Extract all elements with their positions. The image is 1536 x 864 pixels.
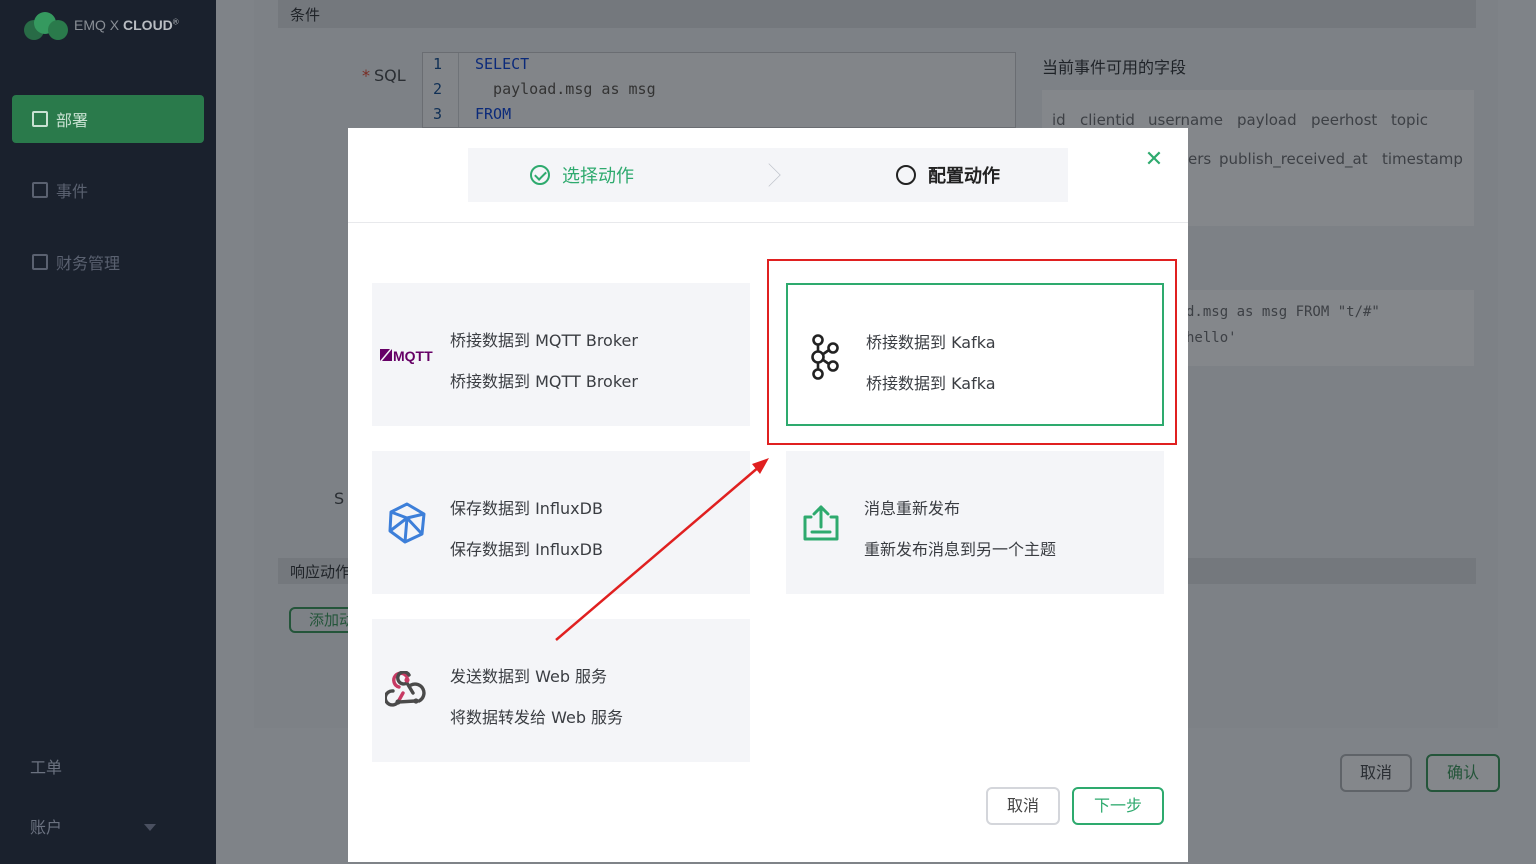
field-tag[interactable]: clientid — [1080, 111, 1135, 129]
sql-preview: d.msg as msg FROM "t/#" hello' — [1180, 290, 1474, 366]
step-label: 配置动作 — [928, 166, 1000, 187]
sidebar-item-tickets[interactable]: 工单 — [30, 754, 62, 778]
republish-icon — [790, 451, 852, 594]
code-line: payload.msg as msg — [475, 80, 656, 98]
app-logo[interactable]: EMQ X CLOUD® — [24, 10, 179, 40]
select-action-dialog: 选择动作 配置动作 ✕ MQTT 桥接数据到 MQTT Broker 桥接数据到… — [348, 128, 1188, 862]
mqtt-logo-text: MQTT — [393, 348, 433, 364]
sql-preview-line: hello' — [1186, 330, 1237, 346]
sidebar-item-label: 部署 — [56, 111, 89, 130]
sql-editor[interactable]: 1 2 3 SELECT payload.msg as msg FROM — [422, 52, 1016, 128]
field-tag[interactable]: id — [1052, 111, 1066, 129]
circle-icon — [896, 165, 916, 185]
close-icon[interactable]: ✕ — [1144, 149, 1164, 171]
chevron-right-icon — [757, 163, 781, 187]
logo-text: EMQ X CLOUD® — [74, 17, 179, 33]
line-number: 3 — [433, 105, 443, 123]
action-card-webhook[interactable]: 发送数据到 Web 服务 将数据转发给 Web 服务 — [372, 619, 750, 762]
card-description: 保存数据到 InfluxDB — [450, 540, 603, 559]
field-tag[interactable]: publish_received_at — [1219, 150, 1368, 168]
sidebar-item-label: 财务管理 — [56, 254, 121, 273]
sidebar-item-label: 事件 — [56, 182, 89, 201]
card-title: 发送数据到 Web 服务 — [450, 667, 608, 686]
check-circle-icon — [530, 165, 550, 185]
dialog-cancel-button[interactable]: 取消 — [986, 787, 1060, 825]
card-description: 桥接数据到 MQTT Broker — [450, 372, 638, 391]
sidebar-item-billing[interactable]: 财务管理 — [12, 238, 204, 286]
mqtt-logo-icon: MQTT — [376, 283, 438, 426]
card-title: 桥接数据到 Kafka — [866, 333, 996, 352]
action-card-mqtt[interactable]: MQTT 桥接数据到 MQTT Broker 桥接数据到 MQTT Broker — [372, 283, 750, 426]
field-tag[interactable]: username — [1148, 111, 1223, 129]
field-tag[interactable]: payload — [1237, 111, 1297, 129]
condition-section-header: 条件 — [278, 0, 1476, 28]
line-number: 2 — [433, 80, 443, 98]
field-label: S — [334, 489, 345, 508]
emqx-logo-icon — [24, 10, 70, 40]
webhook-icon — [376, 619, 438, 762]
step-configure-action: 配置动作 — [896, 148, 1000, 202]
influxdb-icon — [376, 451, 438, 594]
action-card-republish[interactable]: 消息重新发布 重新发布消息到另一个主题 — [786, 451, 1164, 594]
kafka-icon — [792, 285, 854, 428]
card-description: 桥接数据到 Kafka — [866, 374, 996, 393]
form-confirm-button[interactable]: 确认 — [1426, 754, 1500, 792]
sidebar-item-events[interactable]: 事件 — [12, 166, 204, 214]
billing-icon — [32, 254, 48, 270]
field-tag[interactable]: timestamp — [1382, 150, 1463, 168]
card-title: 消息重新发布 — [864, 499, 961, 518]
step-label: 选择动作 — [562, 166, 634, 187]
step-select-action: 选择动作 — [530, 148, 634, 202]
field-tag[interactable]: peerhost — [1311, 111, 1377, 129]
card-description: 将数据转发给 Web 服务 — [450, 708, 624, 727]
available-fields-title: 当前事件可用的字段 — [1042, 58, 1187, 77]
field-tag[interactable]: ers — [1188, 150, 1211, 168]
sidebar-item-deploy[interactable]: 部署 — [12, 95, 204, 143]
code-line: SELECT — [475, 55, 530, 73]
form-cancel-button[interactable]: 取消 — [1340, 754, 1412, 792]
events-icon — [32, 182, 48, 198]
line-number: 1 — [433, 55, 443, 73]
sql-label: * SQL — [362, 66, 406, 85]
action-card-kafka[interactable]: 桥接数据到 Kafka 桥接数据到 Kafka — [786, 283, 1164, 426]
field-tag[interactable]: topic — [1391, 111, 1428, 129]
sidebar: EMQ X CLOUD® 部署 事件 财务管理 工单 账户 — [0, 0, 216, 864]
card-description: 重新发布消息到另一个主题 — [864, 540, 1057, 559]
steps-bar: 选择动作 配置动作 — [468, 148, 1068, 202]
code-line: FROM — [475, 105, 512, 123]
dialog-divider — [348, 222, 1188, 223]
card-title: 桥接数据到 MQTT Broker — [450, 331, 638, 350]
chevron-down-icon[interactable] — [144, 824, 156, 831]
next-step-button[interactable]: 下一步 — [1072, 787, 1164, 825]
sql-preview-line: d.msg as msg FROM "t/#" — [1186, 304, 1380, 320]
action-card-influxdb[interactable]: 保存数据到 InfluxDB 保存数据到 InfluxDB — [372, 451, 750, 594]
card-title: 保存数据到 InfluxDB — [450, 499, 603, 518]
sidebar-item-account[interactable]: 账户 — [30, 814, 62, 838]
deploy-icon — [32, 111, 48, 127]
